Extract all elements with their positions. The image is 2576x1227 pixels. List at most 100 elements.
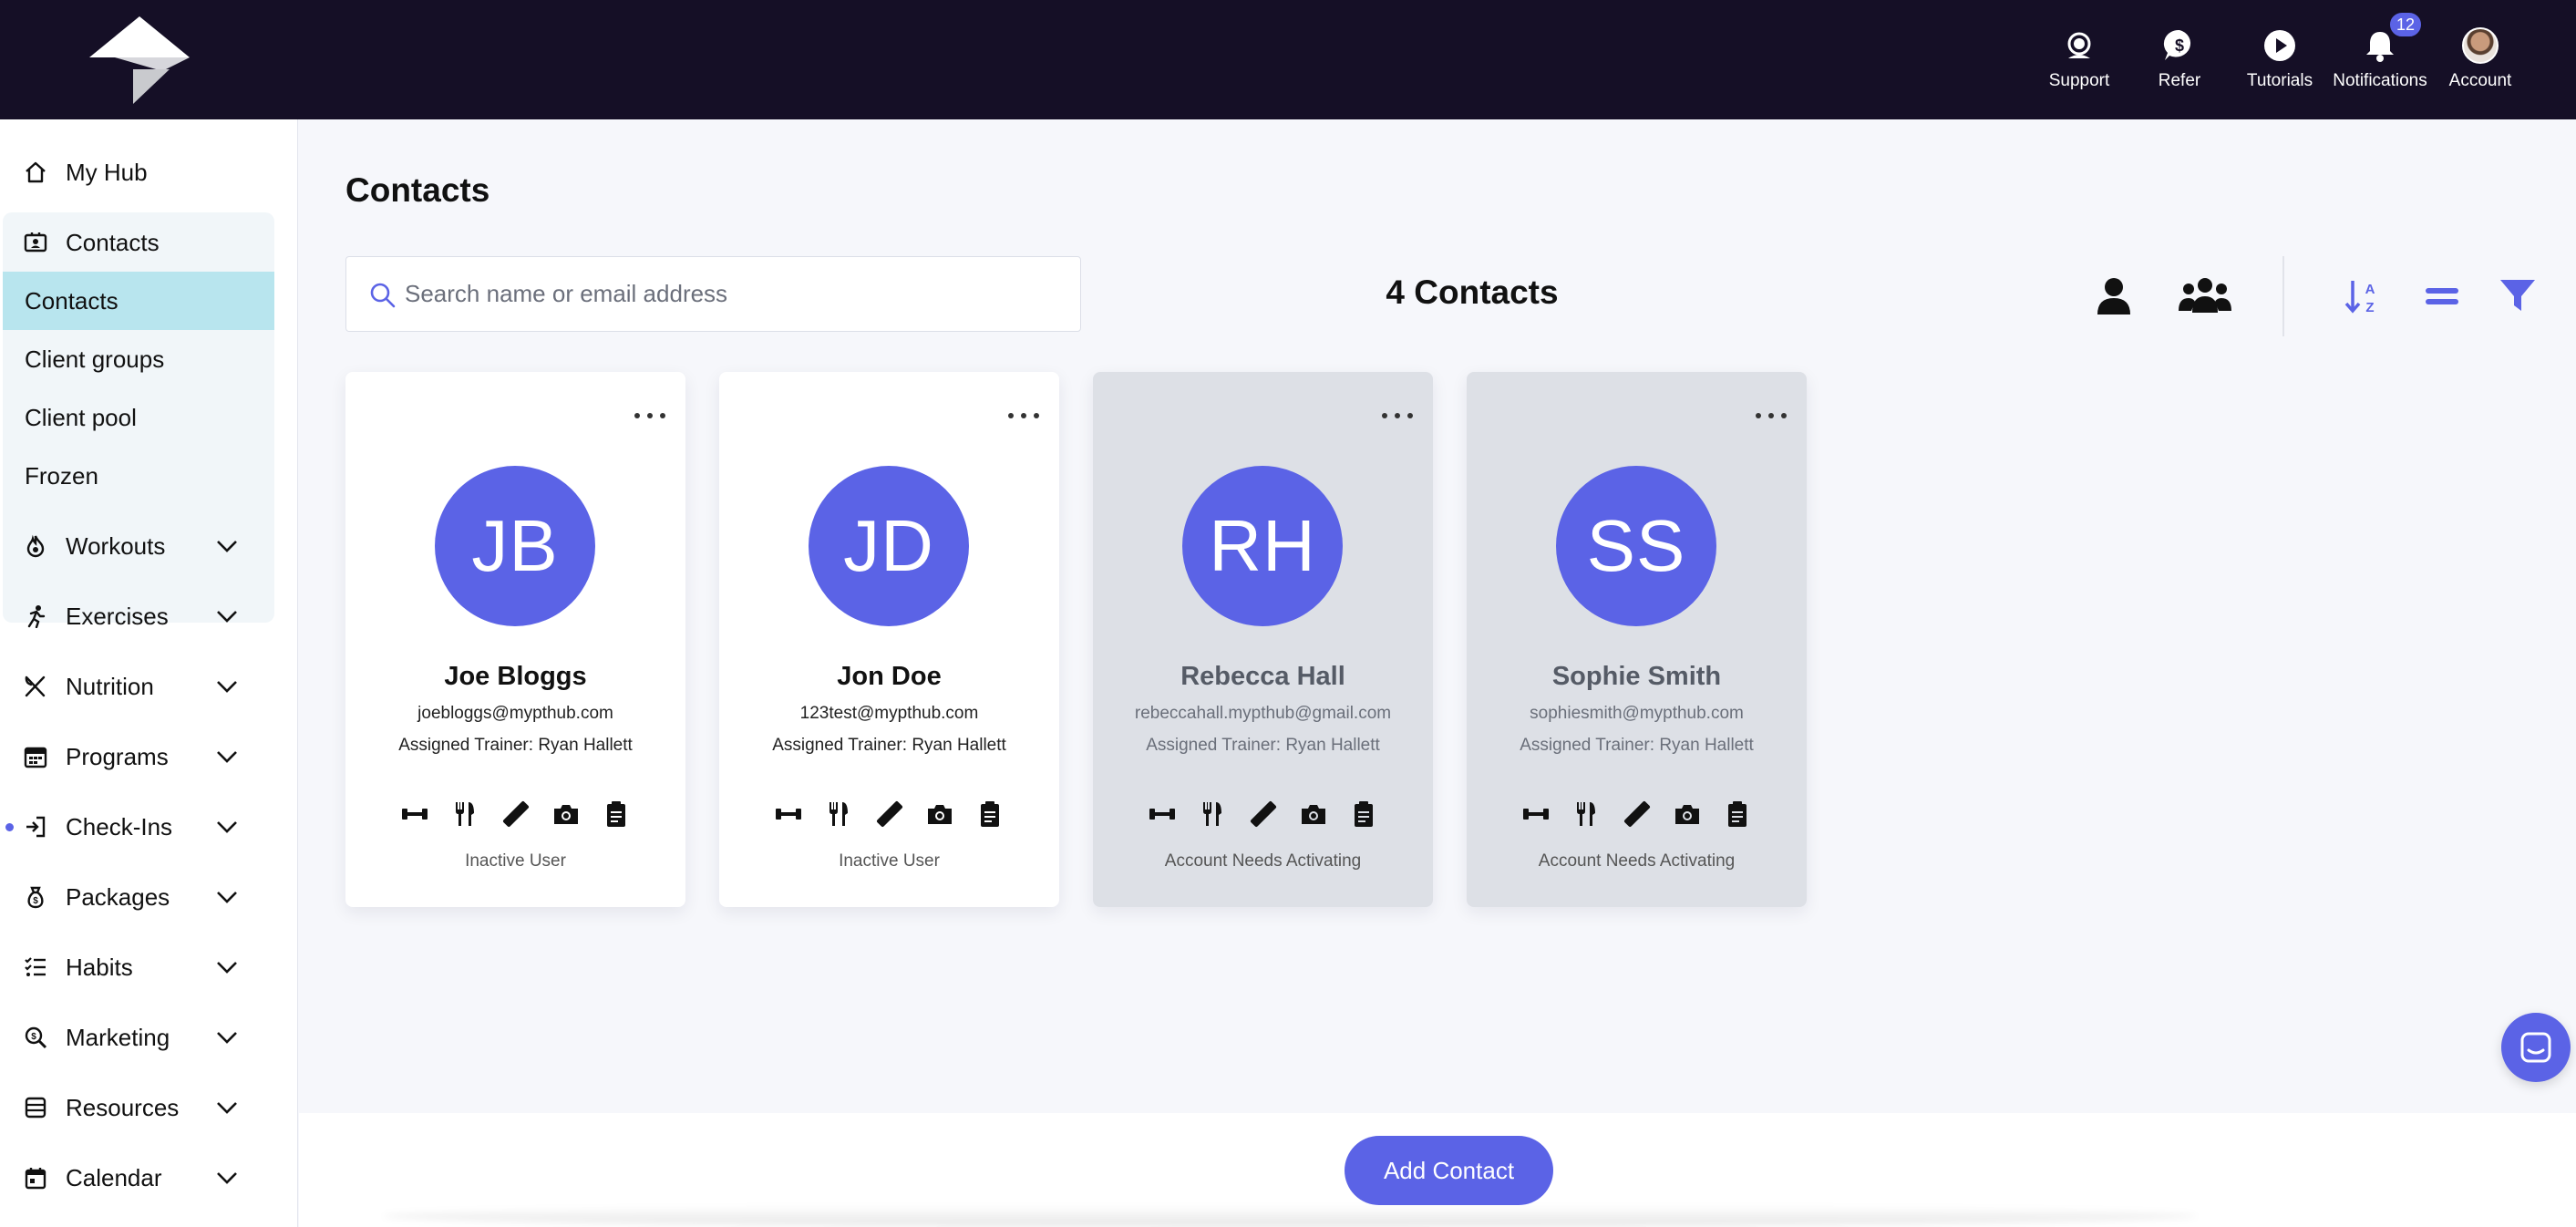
- contact-avatar: SS: [1556, 466, 1716, 626]
- chevron-down-icon[interactable]: [213, 743, 241, 770]
- contact-name: Sophie Smith: [1551, 662, 1722, 691]
- ruler-icon[interactable]: [501, 799, 531, 829]
- running-icon: [22, 603, 49, 630]
- sidebar-subitem-label: Client groups: [25, 345, 165, 373]
- more-options-icon[interactable]: [1008, 407, 1039, 425]
- account-button[interactable]: Account: [2430, 0, 2530, 91]
- avatar: [2462, 27, 2499, 64]
- sidebar-item-habits[interactable]: Habits: [0, 940, 298, 995]
- single-user-view-button[interactable]: [2088, 271, 2139, 322]
- sidebar-item-label: Check-Ins: [66, 812, 173, 840]
- sidebar-subitem-frozen[interactable]: Frozen: [3, 447, 274, 505]
- chevron-down-icon[interactable]: [213, 813, 241, 840]
- dumbbell-icon[interactable]: [1521, 799, 1551, 829]
- more-options-icon[interactable]: [1756, 407, 1787, 425]
- dumbbell-icon[interactable]: [1148, 799, 1177, 829]
- ruler-icon[interactable]: [875, 799, 904, 829]
- utensils-icon[interactable]: [450, 799, 479, 829]
- refer-button[interactable]: $ Refer: [2129, 0, 2230, 91]
- contact-quick-actions: [400, 799, 631, 830]
- search-input[interactable]: [405, 257, 1061, 331]
- sidebar-item-marketing[interactable]: $ Marketing: [0, 1010, 298, 1065]
- utensils-icon: [22, 673, 49, 700]
- chevron-down-icon[interactable]: [213, 1164, 241, 1191]
- clipboard-icon[interactable]: [1723, 799, 1752, 829]
- sidebar-item-contacts[interactable]: Contacts: [0, 215, 298, 270]
- contact-name: Joe Bloggs: [444, 662, 587, 691]
- more-options-icon[interactable]: [1382, 407, 1413, 425]
- sidebar-item-label: Marketing: [66, 1023, 170, 1051]
- chevron-down-icon[interactable]: [213, 1094, 241, 1121]
- sidebar-item-packages[interactable]: $ Packages: [0, 870, 298, 924]
- contact-card[interactable]: JB Joe Bloggs joebloggs@mypthub.com Assi…: [345, 372, 685, 907]
- sidebar-subitem-contacts[interactable]: Contacts: [3, 272, 274, 330]
- chevron-down-icon[interactable]: [213, 673, 241, 700]
- tutorials-button[interactable]: Tutorials: [2230, 0, 2330, 91]
- camera-icon[interactable]: [1673, 799, 1702, 829]
- home-icon: [22, 159, 49, 186]
- utensils-icon[interactable]: [1571, 799, 1601, 829]
- contact-email: sophiesmith@mypthub.com: [1530, 704, 1744, 723]
- clipboard-icon[interactable]: [602, 799, 631, 829]
- chevron-down-icon[interactable]: [213, 883, 241, 911]
- sidebar-item-exercises[interactable]: Exercises: [0, 589, 298, 644]
- sidebar-item-label: Calendar: [66, 1163, 162, 1191]
- sidebar-item-check-ins[interactable]: Check-Ins: [0, 799, 298, 854]
- chevron-down-icon[interactable]: [213, 1024, 241, 1051]
- sidebar-subitem-label: Frozen: [25, 461, 98, 490]
- sidebar-item-label: Contacts: [66, 228, 160, 256]
- camera-icon[interactable]: [551, 799, 581, 829]
- search-box: [345, 256, 1081, 332]
- contact-card[interactable]: SS Sophie Smith sophiesmith@mypthub.com …: [1467, 372, 1807, 907]
- support-label: Support: [2048, 71, 2110, 90]
- list-view-button[interactable]: [2416, 271, 2468, 322]
- dumbbell-icon[interactable]: [774, 799, 803, 829]
- support-button[interactable]: Support: [2029, 0, 2129, 91]
- dumbbell-icon[interactable]: [400, 799, 429, 829]
- contact-card[interactable]: JD Jon Doe 123test@mypthub.com Assigned …: [719, 372, 1059, 907]
- group-view-button[interactable]: [2176, 271, 2234, 322]
- svg-text:Z: Z: [2365, 300, 2374, 315]
- ruler-icon[interactable]: [1249, 799, 1278, 829]
- app-logo[interactable]: [89, 16, 190, 108]
- tutorials-label: Tutorials: [2246, 71, 2313, 90]
- sidebar-item-my-hub[interactable]: My Hub: [0, 145, 298, 200]
- add-contact-button[interactable]: Add Contact: [1345, 1136, 1553, 1205]
- filter-icon: [2500, 280, 2535, 311]
- sign-in-icon: [22, 813, 49, 840]
- sidebar-item-calendar[interactable]: Calendar: [0, 1150, 298, 1205]
- top-bar: Support $ Refer Tutorials 12 Notificatio…: [0, 0, 2576, 119]
- sidebar-subitem-client-groups[interactable]: Client groups: [3, 330, 274, 388]
- sidebar-item-label: Workouts: [66, 531, 166, 560]
- utensils-icon[interactable]: [824, 799, 853, 829]
- filter-button[interactable]: [2492, 271, 2543, 322]
- sidebar-subitem-client-pool[interactable]: Client pool: [3, 388, 274, 447]
- ruler-icon[interactable]: [1623, 799, 1652, 829]
- camera-icon[interactable]: [1299, 799, 1328, 829]
- refer-label: Refer: [2158, 71, 2201, 90]
- chevron-down-icon[interactable]: [213, 532, 241, 560]
- contact-card[interactable]: RH Rebecca Hall rebeccahall.mypthub@gmai…: [1093, 372, 1433, 907]
- archive-icon: [22, 1094, 49, 1121]
- equals-icon: [2426, 288, 2458, 304]
- utensils-icon[interactable]: [1198, 799, 1227, 829]
- contact-status: Inactive User: [465, 851, 566, 871]
- dollar-icon: $: [2159, 26, 2200, 66]
- clipboard-icon[interactable]: [1349, 799, 1378, 829]
- chevron-down-icon[interactable]: [213, 954, 241, 981]
- notifications-label: Notifications: [2333, 71, 2427, 90]
- chat-launcher-button[interactable]: [2501, 1013, 2571, 1082]
- sidebar-item-programs[interactable]: Programs: [0, 729, 298, 784]
- notifications-button[interactable]: 12 Notifications: [2330, 0, 2430, 91]
- sidebar-item-workouts[interactable]: Workouts: [0, 519, 298, 573]
- camera-icon[interactable]: [925, 799, 954, 829]
- chevron-down-icon[interactable]: [213, 603, 241, 630]
- sidebar-item-resources[interactable]: Resources: [0, 1080, 298, 1135]
- sidebar-item-nutrition[interactable]: Nutrition: [0, 659, 298, 714]
- contact-name: Rebecca Hall: [1180, 662, 1345, 691]
- svg-text:$: $: [31, 1032, 36, 1042]
- sort-button[interactable]: AZ: [2336, 271, 2387, 322]
- contacts-count: 4 Contacts: [1386, 273, 1559, 311]
- more-options-icon[interactable]: [634, 407, 665, 425]
- clipboard-icon[interactable]: [975, 799, 1005, 829]
